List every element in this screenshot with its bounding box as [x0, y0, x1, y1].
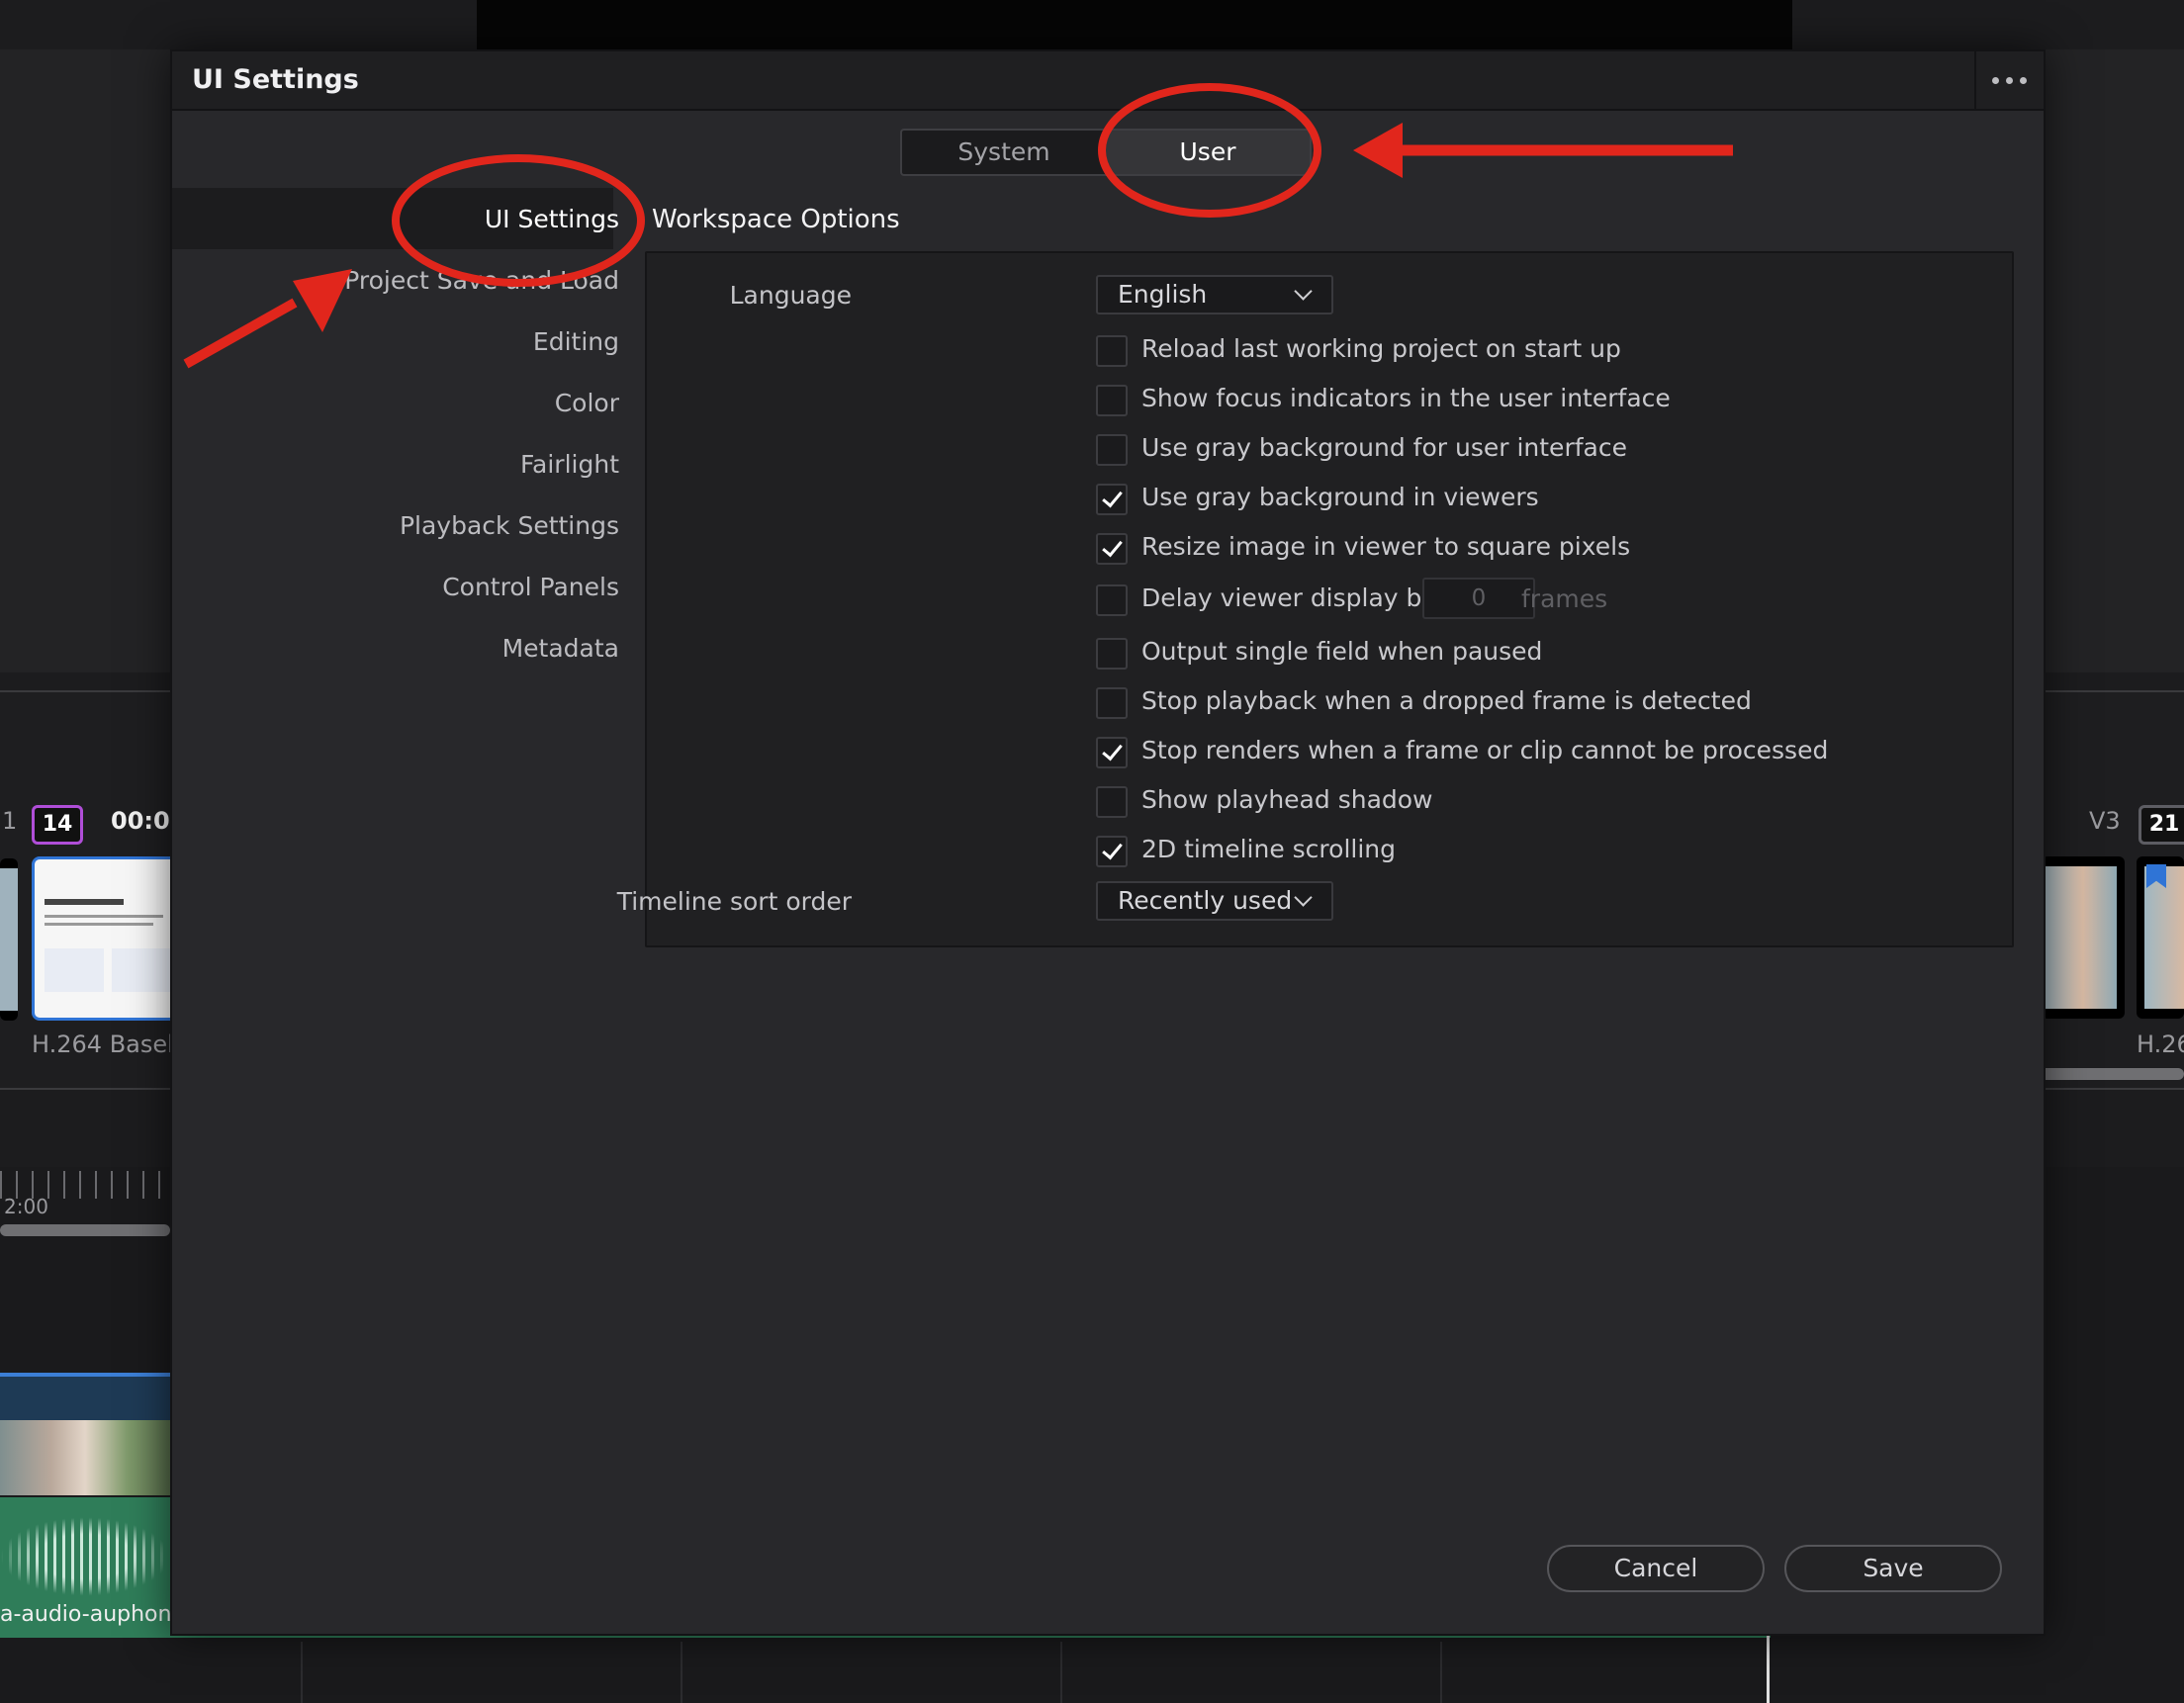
clip-thumbnail-web[interactable] — [32, 856, 186, 1021]
option-row[interactable]: Use gray background for user interface — [1096, 431, 1788, 471]
sidebar-item-editing[interactable]: Editing — [533, 327, 619, 356]
checkbox[interactable] — [1096, 335, 1128, 367]
checkbox[interactable] — [1096, 484, 1128, 515]
option-label: Output single field when paused — [1141, 637, 1543, 666]
clip-name-right: H.26 — [2137, 1031, 2184, 1058]
checkmark-icon — [1102, 486, 1123, 508]
ellipsis-icon[interactable] — [1974, 51, 2044, 109]
ruler-time-label: 2:00 — [4, 1195, 48, 1218]
checkbox[interactable] — [1096, 687, 1128, 719]
chevron-down-icon — [1294, 282, 1313, 301]
clip-number-badge: 21 — [2138, 805, 2184, 845]
clip-name-left: H.264 Baseli — [32, 1031, 181, 1058]
save-button[interactable]: Save — [1784, 1545, 2002, 1592]
delay-frames-unit: frames — [1521, 584, 1608, 613]
option-row[interactable]: Resize image in viewer to square pixels — [1096, 530, 1788, 570]
language-value: English — [1118, 280, 1208, 309]
checkbox[interactable] — [1096, 786, 1128, 818]
sidebar-item-color[interactable]: Color — [555, 389, 619, 417]
option-label: Use gray background for user interface — [1141, 433, 1627, 462]
track-label-right: V3 — [2089, 807, 2121, 835]
ui-settings-dialog: UI Settings System User UI Settings Proj… — [170, 49, 2046, 1636]
checkmark-icon — [1102, 739, 1123, 762]
clip-number-badge: 14 — [32, 805, 83, 845]
option-label: Stop playback when a dropped frame is de… — [1141, 686, 1752, 715]
sidebar-item-playback-settings[interactable]: Playback Settings — [400, 511, 619, 540]
option-row[interactable]: Show focus indicators in the user interf… — [1096, 382, 1788, 421]
section-title: Workspace Options — [652, 205, 900, 234]
timeline-sort-dropdown[interactable]: Recently used — [1096, 881, 1333, 921]
option-label: Reload last working project on start up — [1141, 334, 1621, 363]
clip-thumbnail[interactable] — [2042, 856, 2125, 1019]
divider — [1060, 1642, 1062, 1703]
checkmark-icon — [1102, 838, 1123, 860]
option-label: Show focus indicators in the user interf… — [1141, 384, 1671, 412]
timeline-video-clip[interactable] — [0, 1373, 170, 1495]
track-label-left: 1 — [2, 807, 18, 835]
checkbox[interactable] — [1096, 533, 1128, 565]
language-label: Language — [729, 281, 852, 310]
delay-frames-input[interactable]: 0 — [1422, 578, 1535, 619]
option-row[interactable]: Stop renders when a frame or clip cannot… — [1096, 734, 1887, 773]
sidebar-item-project-save-and-load[interactable]: Project Save and Load — [344, 266, 619, 295]
option-row[interactable]: Reload last working project on start up — [1096, 332, 1788, 372]
checkbox[interactable] — [1096, 385, 1128, 416]
dialog-titlebar: UI Settings — [172, 51, 2044, 111]
chevron-down-icon — [1294, 888, 1313, 907]
option-label: Show playhead shadow — [1141, 785, 1433, 814]
checkbox[interactable] — [1096, 434, 1128, 466]
option-row[interactable]: 2D timeline scrolling — [1096, 833, 1788, 872]
checkbox[interactable] — [1096, 584, 1128, 616]
divider — [301, 1642, 303, 1703]
dialog-title: UI Settings — [192, 64, 359, 95]
option-row[interactable]: Show playhead shadow — [1096, 783, 1788, 823]
option-row[interactable]: Output single field when paused — [1096, 635, 1788, 674]
system-user-switch: System User — [900, 129, 1312, 176]
scrollbar[interactable] — [0, 1224, 170, 1236]
divider — [1440, 1642, 1442, 1703]
option-label: Resize image in viewer to square pixels — [1141, 532, 1631, 561]
clip-thumbnail[interactable] — [2137, 856, 2184, 1019]
scrollbar[interactable] — [2040, 1068, 2184, 1080]
sidebar-item-ui-settings[interactable]: UI Settings — [485, 205, 619, 233]
sidebar-item-control-panels[interactable]: Control Panels — [442, 573, 619, 601]
timeline-sort-value: Recently used — [1118, 886, 1293, 915]
option-row[interactable]: Use gray background in viewers — [1096, 481, 1788, 520]
checkbox[interactable] — [1096, 836, 1128, 867]
language-dropdown[interactable]: English — [1096, 275, 1333, 314]
audio-clip-name: a-audio-auphoni — [0, 1602, 178, 1627]
checkbox[interactable] — [1096, 638, 1128, 670]
option-label: 2D timeline scrolling — [1141, 835, 1396, 863]
option-label: Use gray background in viewers — [1141, 483, 1539, 511]
viewer-canvas — [477, 0, 1792, 49]
checkmark-icon — [1102, 535, 1123, 558]
tab-system[interactable]: System — [902, 131, 1106, 174]
timeline-sort-label: Timeline sort order — [616, 887, 852, 916]
cancel-button[interactable]: Cancel — [1547, 1545, 1765, 1592]
sidebar-item-fairlight[interactable]: Fairlight — [520, 450, 619, 479]
sidebar-item-metadata[interactable]: Metadata — [502, 634, 619, 663]
option-label: Stop renders when a frame or clip cannot… — [1141, 736, 1829, 764]
checkbox[interactable] — [1096, 737, 1128, 768]
option-label: Delay viewer display by — [1141, 583, 1437, 612]
divider — [681, 1642, 682, 1703]
tab-user[interactable]: User — [1106, 131, 1310, 174]
clip-thumbnail[interactable] — [0, 858, 18, 1021]
option-row[interactable]: Stop playback when a dropped frame is de… — [1096, 684, 1887, 724]
